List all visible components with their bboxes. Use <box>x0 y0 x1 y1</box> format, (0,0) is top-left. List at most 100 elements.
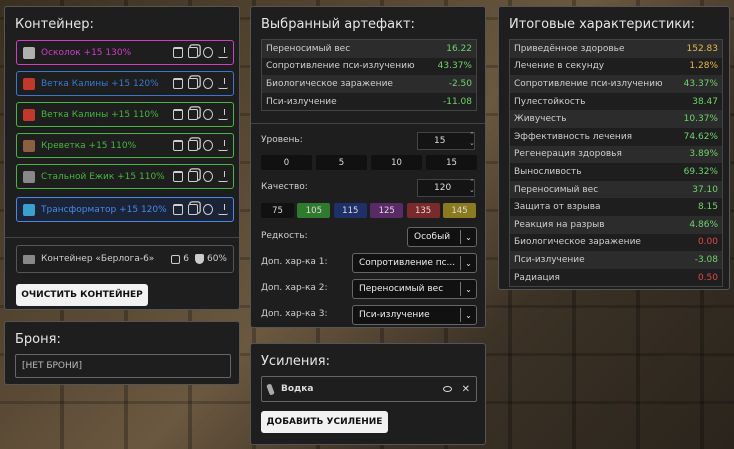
stat-label: Приведённое здоровье <box>514 43 625 54</box>
quality-preset-button[interactable]: 75 <box>261 203 294 218</box>
stat-value: -3.08 <box>694 254 718 265</box>
stat-label: Биологическое заражение <box>266 78 393 89</box>
container-item[interactable]: Ветка Калины +15 110% <box>16 102 234 127</box>
copy-icon[interactable] <box>188 140 198 151</box>
trash-icon[interactable] <box>173 171 183 182</box>
stat-row: Регенерация здоровья 3.89% <box>510 145 722 164</box>
quality-spinner[interactable]: ⌃ ⌄ <box>469 178 477 194</box>
stat-label: Пулестойкость <box>514 96 586 107</box>
extra-stat-label: Доп. хар-ка 2: <box>261 283 328 293</box>
container-item-name: Стальной Ежик +15 110% <box>41 171 165 182</box>
download-icon[interactable] <box>218 109 228 120</box>
quality-preset-button[interactable]: 135 <box>406 203 440 218</box>
download-icon[interactable] <box>218 140 228 151</box>
rarity-label: Редкость: <box>261 231 308 241</box>
quality-input[interactable]: 120 <box>417 179 475 197</box>
rarity-select[interactable]: Особый ⌄ <box>407 227 477 247</box>
bottle-icon <box>266 382 275 396</box>
stat-row: Приведённое здоровье 152.83 <box>510 40 722 58</box>
container-item[interactable]: Осколок +15 130% <box>16 40 234 65</box>
quality-preset-button[interactable]: 115 <box>333 203 367 218</box>
container-title: Контейнер: <box>15 17 94 32</box>
stat-value: 3.89% <box>689 149 718 160</box>
refresh-icon[interactable] <box>203 78 213 89</box>
clear-container-button[interactable]: ОЧИСТИТЬ КОНТЕЙНЕР <box>16 284 148 306</box>
refresh-icon[interactable] <box>203 140 213 151</box>
copy-icon[interactable] <box>188 171 198 182</box>
trash-icon[interactable] <box>173 140 183 151</box>
refresh-icon[interactable] <box>203 171 213 182</box>
copy-icon[interactable] <box>188 204 198 215</box>
download-icon[interactable] <box>218 204 228 215</box>
trash-icon[interactable] <box>173 204 183 215</box>
stat-row: Биологическое заражение 0.00 <box>510 234 722 252</box>
add-boost-button[interactable]: ДОБАВИТЬ УСИЛЕНИЕ <box>261 411 388 433</box>
stat-row: Биологическое заражение -2.50 <box>262 75 476 93</box>
level-label: Уровень: <box>261 135 303 145</box>
armor-title: Броня: <box>15 332 61 347</box>
container-item-name: Креветка +15 110% <box>41 140 137 151</box>
level-preset-button[interactable]: 0 <box>261 155 312 170</box>
stat-row: Сопротивление пси-излучению 43.37% <box>510 75 722 93</box>
level-preset-button[interactable]: 15 <box>426 155 477 170</box>
armor-panel: Броня: [НЕТ БРОНИ] <box>4 321 240 385</box>
extra-stat-label: Доп. хар-ка 1: <box>261 257 328 267</box>
container-item-name: Трансформатор +15 120% <box>41 204 167 215</box>
container-panel: Контейнер: Осколок +15 130% Ветка Калины… <box>4 6 240 310</box>
extra-stat-select[interactable]: Сопротивление пс... ⌄ <box>352 253 477 273</box>
copy-icon[interactable] <box>188 47 198 58</box>
refresh-icon[interactable] <box>203 47 213 58</box>
armor-slot[interactable]: [НЕТ БРОНИ] <box>15 354 231 378</box>
boost-name: Водка <box>281 384 314 394</box>
stat-label: Защита от взрыва <box>514 202 601 213</box>
extra-stat-select[interactable]: Переносимый вес ⌄ <box>352 279 477 299</box>
stat-label: Лечение в секунду <box>514 61 605 72</box>
extra-stat-select[interactable]: Пси-излучение ⌄ <box>352 305 477 325</box>
container-item[interactable]: Стальной Ежик +15 110% <box>16 164 234 189</box>
stat-row: Эффективность лечения 74.62% <box>510 128 722 146</box>
stat-row: Переносимый вес 16.22 <box>262 40 476 58</box>
trash-icon[interactable] <box>173 109 183 120</box>
container-item[interactable]: Ветка Калины +15 120% <box>16 71 234 96</box>
chevron-down-icon: ⌄ <box>460 256 476 270</box>
refresh-icon[interactable] <box>203 109 213 120</box>
refresh-icon[interactable] <box>203 204 213 215</box>
artifact-panel: Выбранный артефакт: Переносимый вес 16.2… <box>250 6 486 328</box>
container-item[interactable]: Креветка +15 110% <box>16 133 234 158</box>
level-preset-button[interactable]: 5 <box>316 155 367 170</box>
eye-icon[interactable] <box>442 386 452 392</box>
stat-label: Регенерация здоровья <box>514 149 622 160</box>
stat-row: Пси-излучение -3.08 <box>510 251 722 269</box>
container-info[interactable]: Контейнер «Берлога-6» 6 60% <box>16 245 234 273</box>
container-item[interactable]: Трансформатор +15 120% <box>16 197 234 222</box>
level-spinner[interactable]: ⌃ ⌄ <box>469 131 477 147</box>
stat-value: 0.50 <box>697 272 718 283</box>
download-icon[interactable] <box>218 47 228 58</box>
quality-preset-button[interactable]: 145 <box>443 203 476 218</box>
trash-icon[interactable] <box>173 78 183 89</box>
copy-icon[interactable] <box>188 78 198 89</box>
stat-value: -2.50 <box>448 78 472 89</box>
stat-value: 8.15 <box>697 202 718 213</box>
trash-icon[interactable] <box>173 47 183 58</box>
download-icon[interactable] <box>218 78 228 89</box>
chevron-down-icon: ⌄ <box>460 308 476 322</box>
extra-stat-value: Пси-излучение <box>359 310 430 320</box>
stat-label: Живучесть <box>514 114 567 125</box>
copy-icon[interactable] <box>188 109 198 120</box>
stat-row: Защита от взрыва 8.15 <box>510 198 722 216</box>
level-preset-button[interactable]: 10 <box>371 155 422 170</box>
stat-label: Переносимый вес <box>266 43 351 54</box>
quality-label: Качество: <box>261 182 308 192</box>
quality-preset-button[interactable]: 105 <box>297 203 331 218</box>
download-icon[interactable] <box>218 171 228 182</box>
boost-item[interactable]: Водка ✕ <box>261 376 477 402</box>
quality-preset-button[interactable]: 125 <box>370 203 404 218</box>
stat-row: Сопротивление пси-излучению 43.37% <box>262 58 476 76</box>
close-icon[interactable]: ✕ <box>462 384 470 395</box>
stat-value: 43.37% <box>683 78 718 89</box>
boosts-title: Усиления: <box>261 354 330 369</box>
totals-title: Итоговые характеристики: <box>509 17 695 32</box>
shield-icon <box>194 254 204 264</box>
level-input[interactable]: 15 <box>417 132 475 150</box>
